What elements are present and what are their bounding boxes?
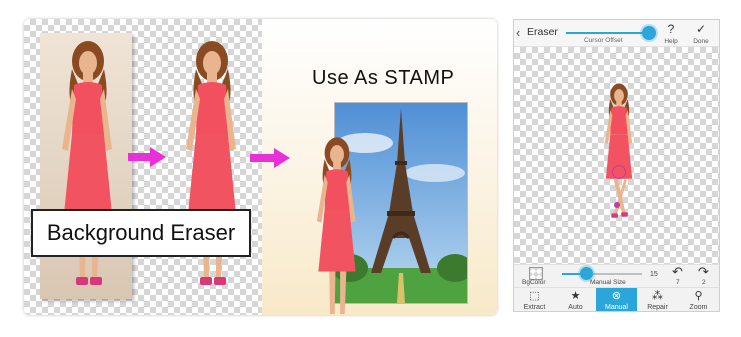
screen-title: Eraser <box>527 26 558 38</box>
cursor-offset-slider-knob[interactable] <box>642 26 656 40</box>
zoom-icon: ⚲ <box>694 290 703 302</box>
undo-icon[interactable]: ↶ <box>672 264 683 280</box>
star-icon: ★ <box>570 290 581 302</box>
background-eraser-label: Background Eraser <box>31 209 251 257</box>
nav-label: Auto <box>568 304 583 311</box>
eraser-cursor-ring[interactable] <box>612 165 626 179</box>
nav-label: Extract <box>523 304 546 311</box>
eraser-cursor-dot[interactable] <box>614 202 620 208</box>
eraser-circle-icon: ⊗ <box>611 290 622 302</box>
nav-repair[interactable]: ⁂ Repair <box>637 288 678 311</box>
undo-count: 7 <box>676 279 680 286</box>
stamp-title: Use As STAMP <box>312 67 455 89</box>
done-label[interactable]: Done <box>688 38 714 45</box>
repair-icon: ⁂ <box>652 290 663 302</box>
nav-label: Repair <box>647 304 668 311</box>
eraser-app-screen: ‹ Eraser Cursor Offset ? Help ✓ Done BgC… <box>513 19 720 312</box>
cursor-offset-label: Cursor Offset <box>584 37 623 44</box>
chevron-left-icon[interactable]: ‹ <box>516 25 520 40</box>
nav-label: Manual <box>605 304 628 311</box>
nav-extract[interactable]: ⬚ Extract <box>514 288 555 311</box>
bottom-nav: ⬚ Extract ★ Auto ⊗ Manual ⁂ Repair ⚲ Zoo… <box>514 287 719 311</box>
promo-banner: Background Eraser Use As STAMP <box>24 19 497 315</box>
manual-size-value: 15 <box>650 271 658 278</box>
woman-editing-figure <box>604 83 633 218</box>
redo-icon[interactable]: ↷ <box>698 264 709 280</box>
nav-manual[interactable]: ⊗ Manual <box>596 288 637 311</box>
extract-icon: ⬚ <box>529 290 540 302</box>
cursor-offset-slider[interactable] <box>566 32 650 34</box>
nav-auto[interactable]: ★ Auto <box>555 288 596 311</box>
nav-label: Zoom <box>689 304 708 311</box>
bgcolor-label[interactable]: BgColor <box>522 279 545 286</box>
top-toolbar: ‹ Eraser Cursor Offset ? Help ✓ Done <box>514 20 719 47</box>
arrow-right-icon <box>250 148 290 168</box>
nav-zoom[interactable]: ⚲ Zoom <box>678 288 719 311</box>
manual-tools-row: BgColor Manual Size 15 ↶ 7 ↷ 2 <box>514 264 719 287</box>
woman-stamp-figure <box>316 137 356 315</box>
redo-count: 2 <box>702 279 706 286</box>
woman-cutout-figure <box>186 41 236 285</box>
manual-size-label: Manual Size <box>590 279 626 286</box>
help-label[interactable]: Help <box>658 38 684 45</box>
woman-original-figure <box>62 41 112 285</box>
done-check-icon[interactable]: ✓ <box>690 22 712 36</box>
editing-canvas[interactable] <box>514 47 719 264</box>
arrow-right-icon <box>128 147 166 167</box>
manual-size-slider[interactable] <box>562 273 642 275</box>
help-icon[interactable]: ? <box>660 22 682 36</box>
